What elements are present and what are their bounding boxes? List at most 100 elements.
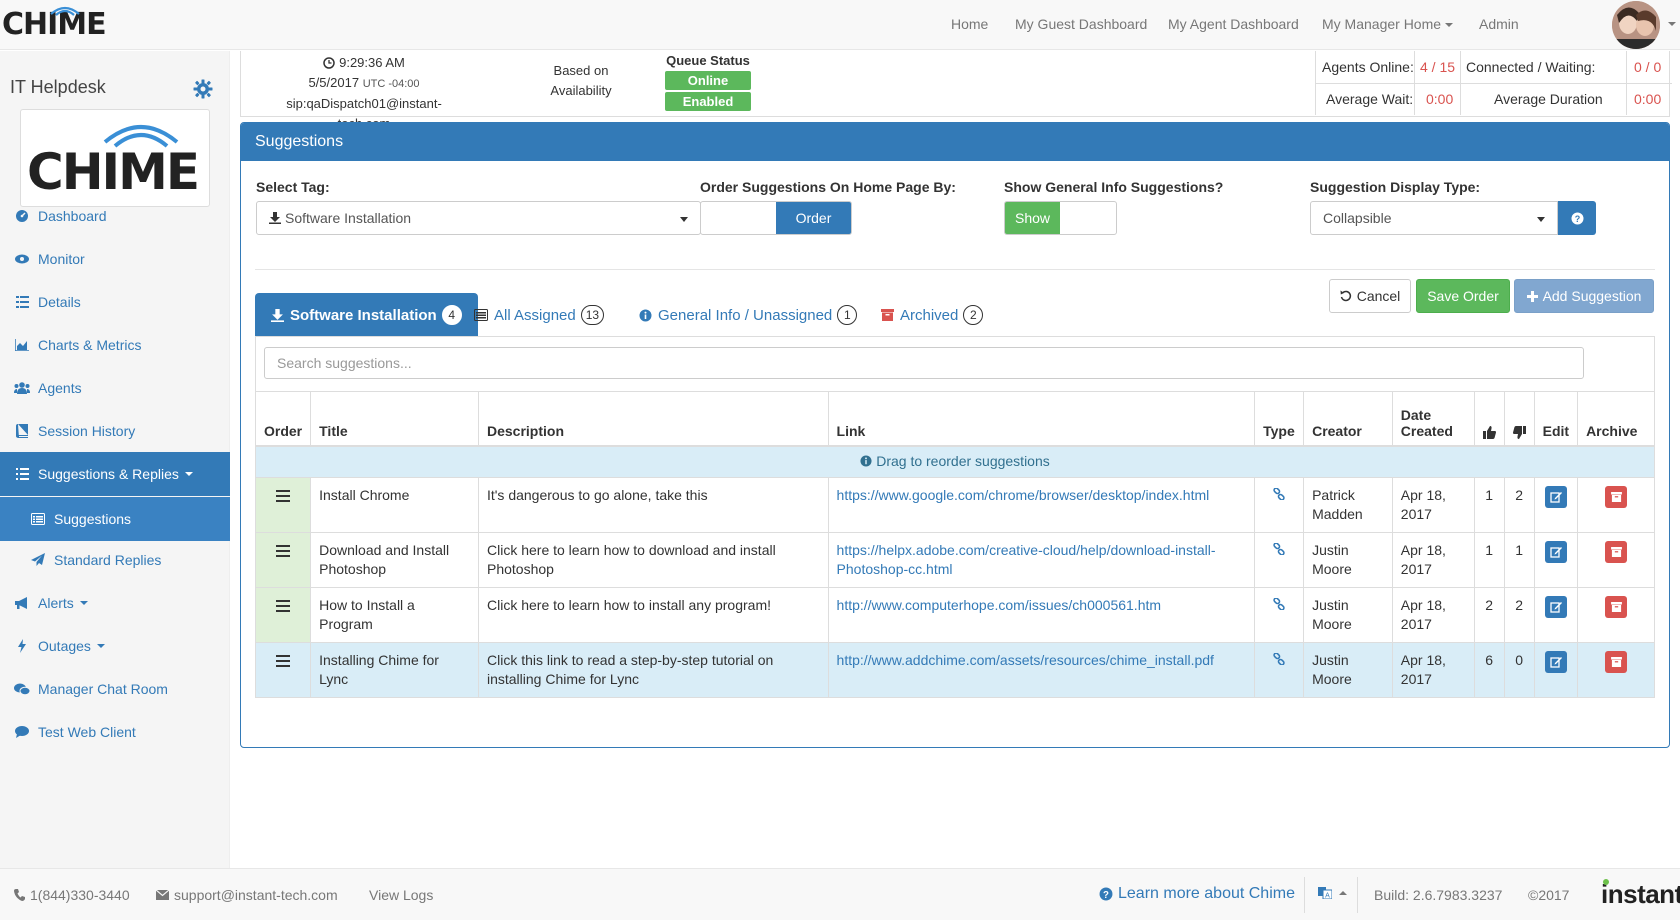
archive-icon xyxy=(1610,657,1622,667)
show-button[interactable]: Show xyxy=(1005,202,1061,234)
nav-admin[interactable]: Admin xyxy=(1479,16,1519,32)
tab-count-badge: 13 xyxy=(580,305,605,325)
nav-agent-dashboard[interactable]: My Agent Dashboard xyxy=(1168,16,1299,32)
sidebar-item-monitor[interactable]: Monitor xyxy=(0,237,230,281)
sidebar-item-suggestions[interactable]: Suggestions xyxy=(0,497,230,541)
comment-icon xyxy=(14,724,30,740)
link-icon xyxy=(1273,488,1285,500)
avatar-chevron-icon[interactable] xyxy=(1668,22,1676,26)
row-link[interactable]: http://www.computerhope.com/issues/ch000… xyxy=(837,597,1162,613)
edit-icon xyxy=(1550,657,1562,668)
col-creator[interactable]: Creator xyxy=(1303,391,1393,447)
edit-button[interactable] xyxy=(1544,486,1567,508)
sidebar-title: IT Helpdesk xyxy=(10,77,106,97)
view-logs-link[interactable]: View Logs xyxy=(369,887,433,903)
select-tag-dropdown[interactable]: Software Installation xyxy=(256,201,701,235)
bullhorn-icon xyxy=(14,595,30,611)
row-creator: Patrick Madden xyxy=(1303,477,1393,533)
col-link[interactable]: Link xyxy=(827,391,1256,447)
col-edit[interactable]: Edit xyxy=(1533,391,1579,447)
sidebar-item-suggestions-replies[interactable]: Suggestions & Replies xyxy=(0,452,230,496)
drag-handle[interactable] xyxy=(254,477,312,533)
edit-button[interactable] xyxy=(1544,541,1567,563)
support-email[interactable]: support@instant-tech.com xyxy=(156,887,338,903)
col-date-created[interactable]: Date Created xyxy=(1391,391,1475,447)
drag-info-text: Drag to reorder suggestions xyxy=(876,452,1050,469)
order-button[interactable]: Order xyxy=(776,202,851,234)
edit-button[interactable] xyxy=(1544,596,1567,618)
sidebar-item-standard-replies[interactable]: Standard Replies xyxy=(0,538,230,582)
archive-button[interactable] xyxy=(1605,596,1628,618)
chevron-down-icon xyxy=(184,472,193,476)
svg-text:?: ? xyxy=(1574,214,1580,224)
sidebar-item-test-web-client[interactable]: Test Web Client xyxy=(0,710,230,754)
nav-guest-dashboard[interactable]: My Guest Dashboard xyxy=(1015,16,1147,32)
suggestions-table: Order Title Description Link Type Creato… xyxy=(254,391,1655,698)
sidebar-item-session-history[interactable]: Session History xyxy=(0,409,230,453)
order-toggle[interactable]: Order xyxy=(700,201,852,235)
footer: 1(844)330-3440 support@instant-tech.com … xyxy=(0,868,1680,920)
drag-handle[interactable] xyxy=(254,587,312,643)
suggestions-panel: Suggestions Select Tag: Software Install… xyxy=(240,122,1670,748)
sidebar-item-dashboard[interactable]: Dashboard xyxy=(0,194,230,238)
avg-duration-value: 0:00 xyxy=(1634,91,1662,107)
instant-logo: instant xyxy=(1601,879,1680,909)
gear-icon[interactable] xyxy=(193,79,213,99)
sidebar-item-outages[interactable]: Outages xyxy=(0,624,230,668)
general-info-toggle[interactable]: Show xyxy=(1004,201,1117,235)
table-row[interactable]: Download and Install Photoshop Click her… xyxy=(254,532,1655,588)
row-link[interactable]: http://www.addchime.com/assets/resources… xyxy=(837,652,1214,668)
save-order-button[interactable]: Save Order xyxy=(1416,279,1510,313)
sidebar-item-manager-chat[interactable]: Manager Chat Room xyxy=(0,667,230,711)
envelope-icon xyxy=(156,890,169,900)
col-title[interactable]: Title xyxy=(310,391,479,447)
col-description[interactable]: Description xyxy=(477,391,829,447)
add-suggestion-button[interactable]: Add Suggestion xyxy=(1514,279,1654,313)
archive-button[interactable] xyxy=(1605,541,1628,563)
row-link[interactable]: https://www.google.com/chrome/browser/de… xyxy=(837,487,1210,503)
cancel-button[interactable]: Cancel xyxy=(1329,279,1411,313)
search-input[interactable] xyxy=(264,347,1584,379)
archive-button[interactable] xyxy=(1605,486,1628,508)
drag-handle[interactable] xyxy=(254,532,312,588)
drag-handle[interactable] xyxy=(254,642,312,698)
table-row[interactable]: Installing Chime for Lync Click this lin… xyxy=(254,642,1655,698)
avg-wait-value: 0:00 xyxy=(1426,91,1454,107)
col-type[interactable]: Type xyxy=(1254,391,1305,447)
clock-icon xyxy=(323,57,335,69)
drag-info-row: Drag to reorder suggestions xyxy=(255,445,1655,478)
sidebar-item-charts[interactable]: Charts & Metrics xyxy=(0,323,230,367)
chime-logo[interactable]: CHIME xyxy=(2,6,107,42)
row-link[interactable]: https://helpx.adobe.com/creative-cloud/h… xyxy=(837,542,1216,577)
table-row[interactable]: How to Install a Program Click here to l… xyxy=(254,587,1655,643)
sidebar: IT Helpdesk CHIME Dashboard Monitor Deta… xyxy=(0,51,230,868)
row-date: Apr 18, 2017 xyxy=(1391,532,1475,588)
nav-home[interactable]: Home xyxy=(951,16,988,32)
plus-icon xyxy=(1526,290,1538,302)
sidebar-item-details[interactable]: Details xyxy=(0,280,230,324)
table-row[interactable]: Install Chrome It's dangerous to go alon… xyxy=(254,477,1655,533)
archive-icon xyxy=(881,309,894,321)
col-thumbs-up[interactable] xyxy=(1473,391,1505,447)
col-order[interactable]: Order xyxy=(254,391,312,447)
user-avatar[interactable] xyxy=(1612,1,1660,49)
display-type-dropdown[interactable]: Collapsible xyxy=(1310,201,1558,235)
bars-icon xyxy=(276,655,291,667)
language-selector[interactable]: A xyxy=(1318,887,1347,899)
sidebar-item-alerts[interactable]: Alerts xyxy=(0,581,230,625)
users-icon xyxy=(14,380,30,396)
archive-button[interactable] xyxy=(1605,651,1628,673)
tab-all-assigned[interactable]: All Assigned 13 xyxy=(474,293,605,337)
col-archive[interactable]: Archive xyxy=(1577,391,1655,447)
tab-software-installation[interactable]: Software Installation 4 xyxy=(255,293,478,337)
sidebar-item-agents[interactable]: Agents xyxy=(0,366,230,410)
chevron-down-icon xyxy=(680,217,688,222)
tab-general-info[interactable]: General Info / Unassigned 1 xyxy=(639,293,858,337)
translate-icon: A xyxy=(1318,887,1332,899)
edit-button[interactable] xyxy=(1544,651,1567,673)
help-button[interactable]: ? xyxy=(1558,201,1596,235)
col-thumbs-down[interactable] xyxy=(1503,391,1535,447)
tab-archived[interactable]: Archived 2 xyxy=(881,293,984,337)
learn-more-link[interactable]: ? Learn more about Chime xyxy=(1099,885,1295,903)
nav-manager-home[interactable]: My Manager Home xyxy=(1322,16,1454,32)
